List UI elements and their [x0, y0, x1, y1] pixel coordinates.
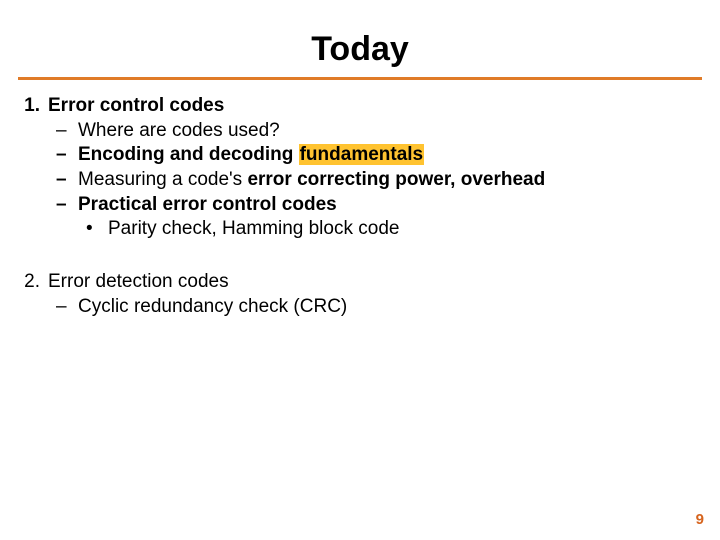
section-2-sub-1: – Cyclic redundancy check (CRC)	[18, 295, 702, 320]
slide-body: 1. Error control codes – Where are codes…	[18, 94, 702, 320]
dash-bullet: –	[56, 193, 78, 218]
section-1-sub-3-bold: error correcting power, overhead	[247, 169, 545, 190]
section-2-number: 2.	[18, 270, 48, 295]
title-divider	[18, 77, 702, 80]
section-1-sub-3: – Measuring a code's error correcting po…	[18, 168, 702, 193]
highlight-fundamentals: fundamentals	[299, 144, 425, 165]
section-1-heading: Error control codes	[48, 94, 224, 119]
dot-bullet: •	[86, 217, 108, 242]
section-1-sub-2-pre: Encoding and decoding	[78, 144, 299, 165]
section-1-sub-4a-text: Parity check, Hamming block code	[108, 217, 399, 242]
dash-bullet: –	[56, 295, 78, 320]
section-1-sub-3-pre: Measuring a code's	[78, 169, 247, 190]
section-1-sub-4-text: Practical error control codes	[78, 193, 337, 218]
section-2-sub-1-text: Cyclic redundancy check (CRC)	[78, 295, 347, 320]
slide: Today 1. Error control codes – Where are…	[0, 0, 720, 540]
dash-bullet: –	[56, 119, 78, 144]
section-1-sub-1-text: Where are codes used?	[78, 119, 280, 144]
page-number: 9	[696, 511, 704, 528]
section-1-sub-4a: • Parity check, Hamming block code	[18, 217, 702, 242]
section-1: 1. Error control codes	[18, 94, 702, 119]
section-1-number: 1.	[18, 94, 48, 119]
section-1-sub-4: – Practical error control codes	[18, 193, 702, 218]
dash-bullet: –	[56, 168, 78, 193]
section-1-sub-3-text: Measuring a code's error correcting powe…	[78, 168, 545, 193]
section-2: 2. Error detection codes	[18, 270, 702, 295]
dash-bullet: –	[56, 143, 78, 168]
section-1-sub-2: – Encoding and decoding fundamentals	[18, 143, 702, 168]
section-1-sub-1: – Where are codes used?	[18, 119, 702, 144]
section-2-heading: Error detection codes	[48, 270, 229, 295]
slide-title: Today	[18, 30, 702, 75]
section-1-sub-2-text: Encoding and decoding fundamentals	[78, 143, 424, 168]
